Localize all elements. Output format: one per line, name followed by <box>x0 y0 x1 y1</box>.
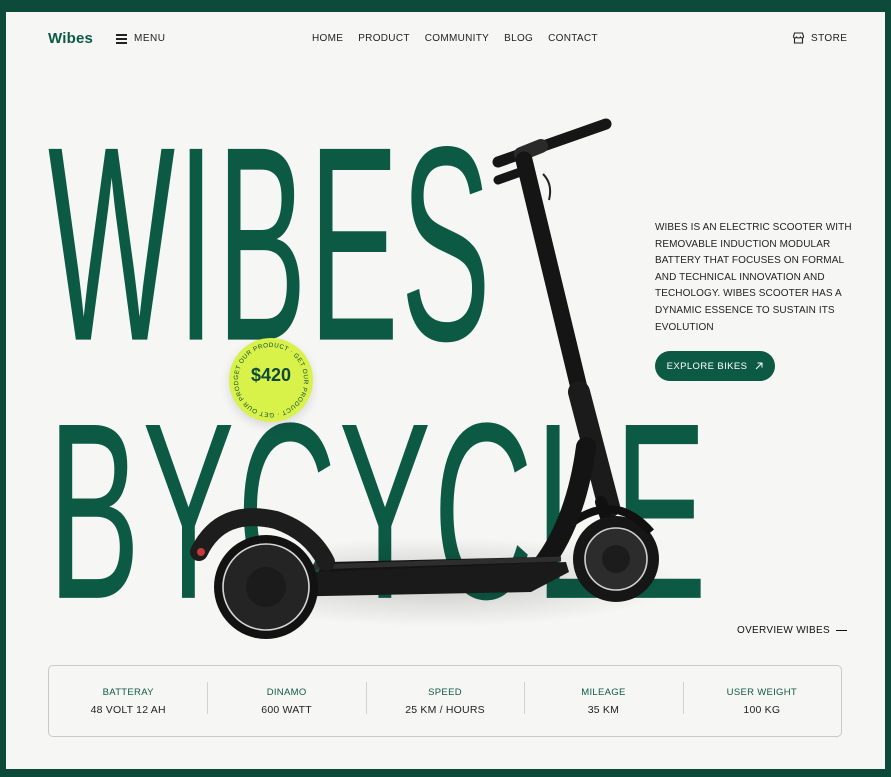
menu-button[interactable]: MENU <box>116 33 165 44</box>
spec-value: 600 WATT <box>261 703 312 716</box>
brand-logo[interactable]: Wibes <box>48 30 93 47</box>
explore-bikes-label: EXPLORE BIKES <box>666 360 748 372</box>
spec-battery: BATTERAY 48 VOLT 12 AH <box>49 687 207 716</box>
spec-label: DINAMO <box>266 686 307 698</box>
page-frame: Wibes MENU HOME PRODUCT COMMUNITY BLOG C… <box>6 12 885 769</box>
arrow-up-right-icon <box>756 362 763 370</box>
spec-label: BATTERAY <box>102 686 154 698</box>
top-navigation: Wibes MENU HOME PRODUCT COMMUNITY BLOG C… <box>6 12 885 66</box>
spec-dinamo: DINAMO 600 WATT <box>207 681 365 716</box>
hamburger-icon <box>116 34 127 44</box>
spec-mileage: MILEAGE 35 KM <box>524 681 682 716</box>
overview-label: OVERVIEW WIBES <box>737 625 830 636</box>
explore-bikes-button[interactable]: EXPLORE BIKES <box>655 351 775 381</box>
overview-link[interactable]: OVERVIEW WIBES <box>737 625 847 636</box>
store-label: STORE <box>811 32 848 44</box>
spec-label: MILEAGE <box>581 686 626 698</box>
dash-icon <box>835 629 847 632</box>
nav-link-product[interactable]: PRODUCT <box>358 33 410 44</box>
menu-label: MENU <box>134 33 166 44</box>
spec-label: USER WEIGHT <box>726 686 797 698</box>
hero-description: WIBES IS AN ELECTRIC SCOOTER WITH REMOVA… <box>655 222 852 333</box>
nav-link-community[interactable]: COMMUNITY <box>425 33 489 44</box>
badge-price: $420 <box>250 365 292 385</box>
spec-value: 48 VOLT 12 AH <box>90 703 166 716</box>
nav-link-home[interactable]: HOME <box>312 33 343 44</box>
price-badge[interactable]: GET OUR PRODUCT · GET OUR PRODUCT · GET … <box>229 338 313 422</box>
store-icon <box>792 32 805 44</box>
specs-panel: BATTERAY 48 VOLT 12 AH DINAMO 600 WATT S… <box>48 665 842 737</box>
nav-link-contact[interactable]: CONTACT <box>548 33 598 44</box>
nav-link-blog[interactable]: BLOG <box>504 33 533 44</box>
main-nav-links: HOME PRODUCT COMMUNITY BLOG CONTACT <box>312 33 598 44</box>
spec-label: SPEED <box>428 686 462 698</box>
spec-value: 35 KM <box>587 703 620 716</box>
store-button[interactable]: STORE <box>792 32 847 44</box>
spec-value: 25 KM / HOURS <box>405 703 485 716</box>
spec-user-weight: USER WEIGHT 100 KG <box>682 681 841 716</box>
spec-value: 100 KG <box>743 703 781 716</box>
spec-speed: SPEED 25 KM / HOURS <box>365 681 524 716</box>
